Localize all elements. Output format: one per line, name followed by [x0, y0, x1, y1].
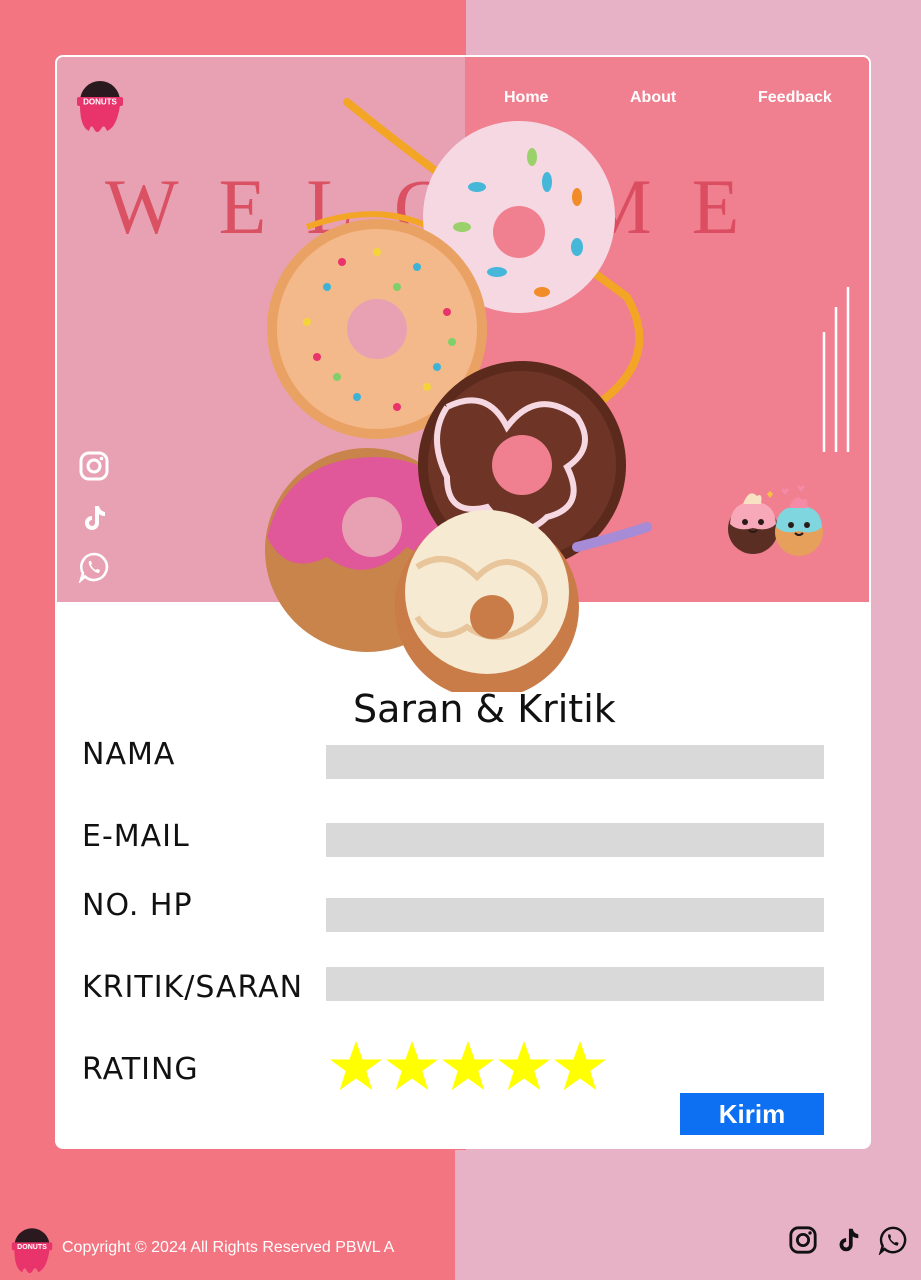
tiktok-icon[interactable] [78, 502, 110, 534]
instagram-icon[interactable] [78, 450, 110, 482]
nav-feedback[interactable]: Feedback [758, 89, 832, 107]
label-rating: RATING [82, 1052, 199, 1087]
label-nama: NAMA [82, 737, 176, 772]
rating-star-icon[interactable] [552, 1039, 608, 1095]
feedback-card: DONUTS Home About Feedback WELCOME [55, 55, 871, 1149]
label-feedback: KRITIK/SARAN [82, 970, 304, 1005]
donuts-illustration [265, 98, 652, 692]
submit-button[interactable]: Kirim [680, 1093, 824, 1135]
copyright-text: Copyright © 2024 All Rights Reserved PBW… [62, 1239, 395, 1256]
feedback-input[interactable] [326, 967, 824, 1001]
form-title: Saran & Kritik [353, 687, 616, 731]
email-input[interactable] [326, 823, 824, 857]
donut-mascots-illustration [728, 485, 823, 556]
rating-star-icon[interactable] [328, 1039, 384, 1095]
whatsapp-icon[interactable] [78, 551, 110, 583]
footer-logo-text: DONUTS [17, 1244, 47, 1251]
name-input[interactable] [326, 745, 824, 779]
page-background-bottom [0, 1150, 921, 1280]
footer-whatsapp-icon[interactable] [878, 1225, 908, 1255]
footer-instagram-icon[interactable] [788, 1225, 818, 1255]
label-email: E-MAIL [82, 819, 190, 854]
rating-star-icon[interactable] [384, 1039, 440, 1095]
footer-tiktok-icon[interactable] [833, 1225, 863, 1255]
donuts-logo[interactable]: DONUTS [75, 79, 125, 137]
rating-star-icon[interactable] [440, 1039, 496, 1095]
phone-input[interactable] [326, 898, 824, 932]
rating-stars[interactable] [328, 1039, 608, 1095]
decorative-lines [822, 287, 850, 452]
rating-star-icon[interactable] [496, 1039, 552, 1095]
footer-donuts-logo[interactable]: DONUTS [10, 1226, 54, 1278]
logo-text: DONUTS [83, 98, 117, 107]
label-phone: NO. HP [82, 888, 193, 923]
